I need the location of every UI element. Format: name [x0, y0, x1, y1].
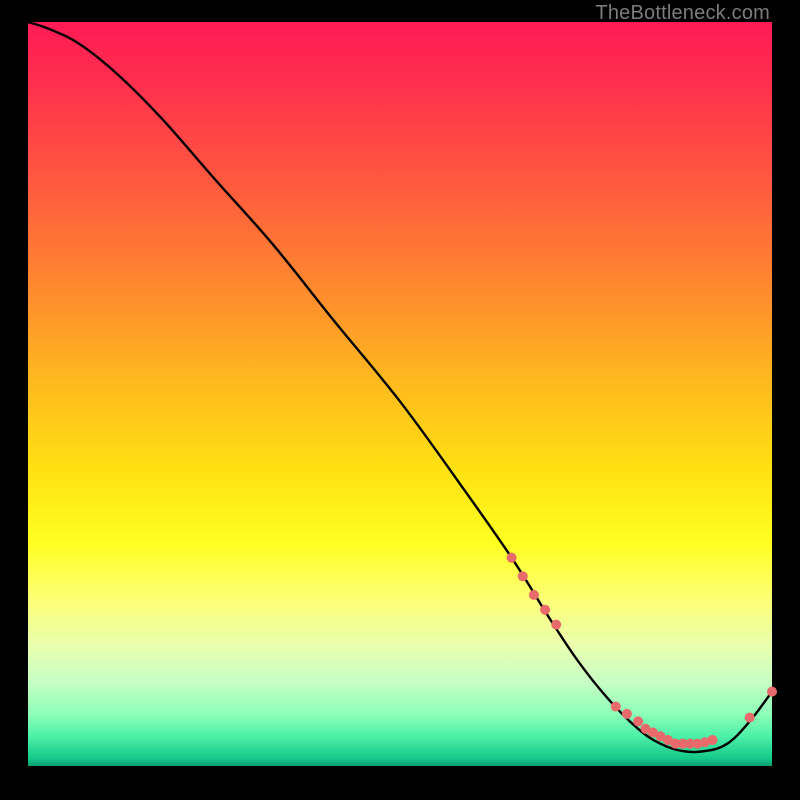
chart-dot	[611, 701, 621, 711]
chart-dots	[507, 553, 777, 749]
chart-dot	[518, 571, 528, 581]
chart-stage: TheBottleneck.com	[0, 0, 800, 800]
chart-dot	[707, 735, 717, 745]
chart-dot	[529, 590, 539, 600]
chart-plot-area	[28, 22, 772, 766]
chart-dot	[507, 553, 517, 563]
chart-svg	[28, 22, 772, 766]
chart-dot	[622, 709, 632, 719]
chart-dot	[540, 605, 550, 615]
chart-curve	[28, 22, 772, 752]
chart-dot	[633, 716, 643, 726]
chart-dot	[551, 620, 561, 630]
chart-dot	[745, 713, 755, 723]
chart-dot	[767, 687, 777, 697]
